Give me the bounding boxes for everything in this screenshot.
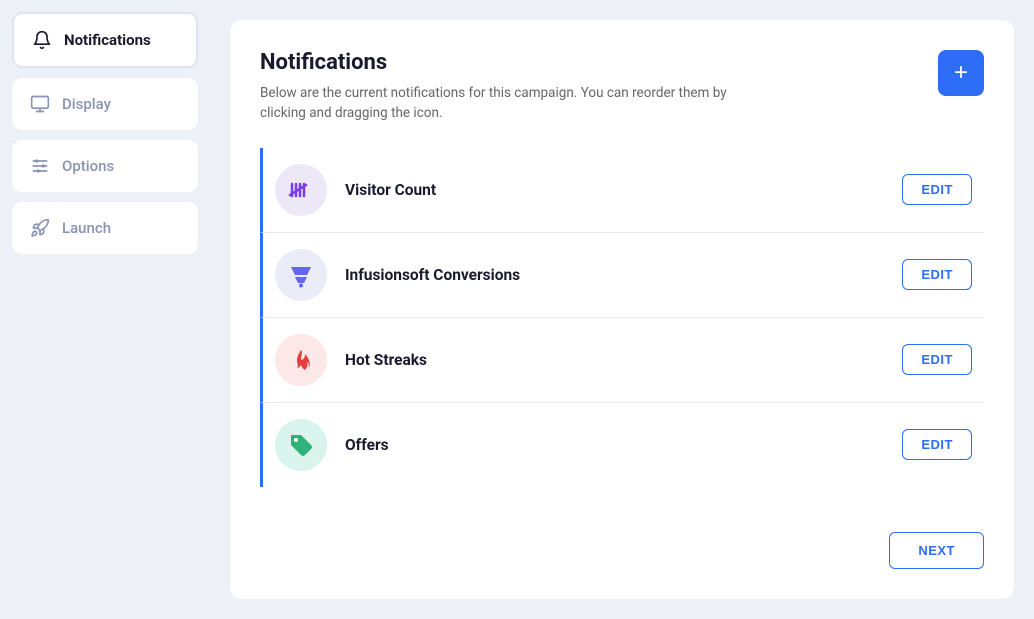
content-header: Notifications Below are the current noti…	[260, 50, 984, 124]
notification-label: Offers	[345, 436, 884, 454]
content-footer: NEXT	[260, 532, 984, 569]
header-text: Notifications Below are the current noti…	[260, 50, 760, 124]
next-button[interactable]: NEXT	[889, 532, 984, 569]
notification-row: Hot Streaks EDIT	[260, 318, 984, 403]
notification-label: Infusionsoft Conversions	[345, 266, 884, 284]
sidebar-item-notifications[interactable]: Notifications	[12, 12, 198, 68]
sidebar-item-label: Options	[62, 157, 114, 175]
visitor-count-icon	[275, 164, 327, 216]
content-card: Notifications Below are the current noti…	[230, 20, 1014, 599]
notification-label: Visitor Count	[345, 181, 884, 199]
main-content: Notifications Below are the current noti…	[210, 0, 1034, 619]
notification-row: Offers EDIT	[260, 403, 984, 487]
infusionsoft-icon	[275, 249, 327, 301]
notification-row: Visitor Count EDIT	[260, 148, 984, 233]
bell-icon	[32, 30, 52, 50]
notification-label: Hot Streaks	[345, 351, 884, 369]
sliders-icon	[30, 156, 50, 176]
sidebar-item-label: Display	[62, 95, 111, 113]
notification-row: Infusionsoft Conversions EDIT	[260, 233, 984, 318]
sidebar-item-label: Notifications	[64, 31, 151, 49]
page-title: Notifications	[260, 50, 760, 75]
page-description: Below are the current notifications for …	[260, 83, 760, 124]
monitor-icon	[30, 94, 50, 114]
sidebar-item-label: Launch	[62, 219, 111, 237]
sidebar-item-options[interactable]: Options	[12, 140, 198, 192]
edit-visitor-count-button[interactable]: EDIT	[902, 174, 972, 205]
sidebar-item-launch[interactable]: Launch	[12, 202, 198, 254]
hot-streaks-icon	[275, 334, 327, 386]
notification-list: Visitor Count EDIT Infusionsoft Conversi…	[260, 148, 984, 513]
sidebar: Notifications Display Options	[0, 0, 210, 619]
edit-hot-streaks-button[interactable]: EDIT	[902, 344, 972, 375]
offers-icon	[275, 419, 327, 471]
rocket-icon	[30, 218, 50, 238]
edit-infusionsoft-button[interactable]: EDIT	[902, 259, 972, 290]
sidebar-item-display[interactable]: Display	[12, 78, 198, 130]
edit-offers-button[interactable]: EDIT	[902, 429, 972, 460]
add-notification-button[interactable]: +	[938, 50, 984, 96]
